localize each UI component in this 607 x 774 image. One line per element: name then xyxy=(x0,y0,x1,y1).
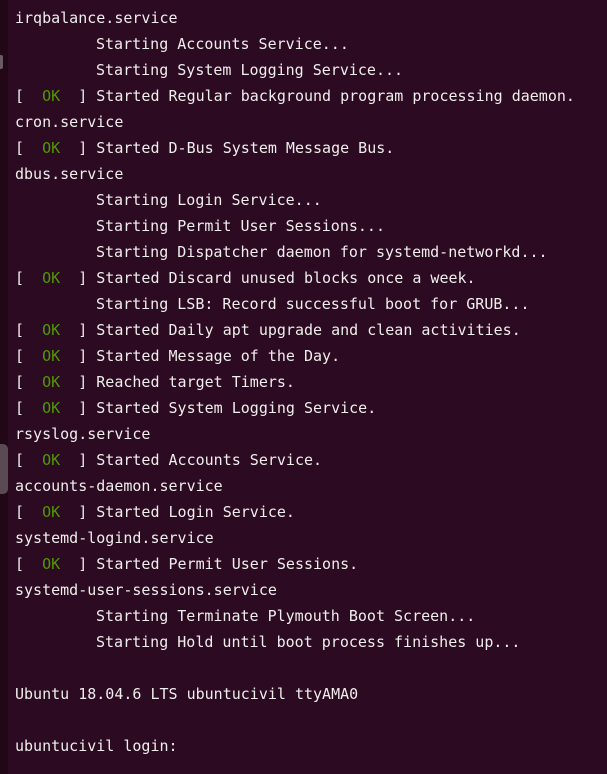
ok-status-badge: OK xyxy=(42,139,61,157)
ok-status-badge: OK xyxy=(42,399,61,417)
console-text-line: systemd-logind.service xyxy=(15,529,214,547)
ok-status-badge: OK xyxy=(42,373,61,391)
ok-status-badge: OK xyxy=(42,269,61,287)
boot-message: Started Accounts Service. xyxy=(96,451,323,469)
left-edge-handle[interactable] xyxy=(0,444,8,494)
status-bracket-open: [ xyxy=(15,503,43,521)
status-bracket-close: ] xyxy=(60,347,97,365)
boot-status-line: [ OK ] Started D-Bus System Message Bus. xyxy=(15,135,605,161)
ok-status-badge: OK xyxy=(42,451,61,469)
status-bracket-close: ] xyxy=(60,399,97,417)
boot-status-line: [ OK ] Started Regular background progra… xyxy=(15,83,605,109)
ok-status-badge: OK xyxy=(42,347,61,365)
status-bracket-close: ] xyxy=(60,503,97,521)
boot-message: Started Login Service. xyxy=(96,503,295,521)
status-bracket-open: [ xyxy=(15,269,43,287)
status-bracket-open: [ xyxy=(15,451,43,469)
ok-status-badge: OK xyxy=(42,503,61,521)
console-text-line: dbus.service xyxy=(15,165,124,183)
status-bracket-close: ] xyxy=(60,87,97,105)
boot-message: Started Daily apt upgrade and clean acti… xyxy=(96,321,521,339)
boot-starting-line: Starting Dispatcher daemon for systemd-n… xyxy=(96,243,548,261)
console-text-line: cron.service xyxy=(15,113,124,131)
status-bracket-open: [ xyxy=(15,321,43,339)
status-bracket-close: ] xyxy=(60,269,97,287)
boot-status-line: [ OK ] Started Message of the Day. xyxy=(15,343,605,369)
boot-status-line: [ OK ] Started Accounts Service. xyxy=(15,447,605,473)
status-bracket-close: ] xyxy=(60,451,97,469)
boot-starting-line: Starting LSB: Record successful boot for… xyxy=(96,295,530,313)
status-bracket-open: [ xyxy=(15,347,43,365)
boot-message: Started Permit User Sessions. xyxy=(96,555,359,573)
boot-status-line: [ OK ] Reached target Timers. xyxy=(15,369,605,395)
status-bracket-close: ] xyxy=(60,321,97,339)
console-text-line: rsyslog.service xyxy=(15,425,151,443)
boot-status-line: [ OK ] Started Daily apt upgrade and cle… xyxy=(15,317,605,343)
login-prompt-line[interactable]: ubuntucivil login: xyxy=(15,733,605,759)
boot-starting-line: Starting Terminate Plymouth Boot Screen.… xyxy=(96,607,476,625)
ok-status-badge: OK xyxy=(42,321,61,339)
status-bracket-close: ] xyxy=(60,555,97,573)
left-edge-marker xyxy=(0,55,3,69)
boot-status-line: [ OK ] Started Login Service. xyxy=(15,499,605,525)
boot-starting-line: Starting Hold until boot process finishe… xyxy=(96,633,521,651)
boot-status-line: [ OK ] Started System Logging Service. xyxy=(15,395,605,421)
console-text-line: Ubuntu 18.04.6 LTS ubuntucivil ttyAMA0 xyxy=(15,685,359,703)
terminal-output[interactable]: irqbalance.service Starting Accounts Serv… xyxy=(15,5,605,771)
text-cursor[interactable] xyxy=(187,738,196,754)
status-bracket-open: [ xyxy=(15,87,43,105)
boot-starting-line: Starting Accounts Service... xyxy=(96,35,349,53)
boot-message: Started D-Bus System Message Bus. xyxy=(96,139,395,157)
boot-starting-line: Starting Login Service... xyxy=(96,191,322,209)
console-text-line: irqbalance.service xyxy=(15,9,178,27)
status-bracket-open: [ xyxy=(15,373,43,391)
boot-message: Started Message of the Day. xyxy=(96,347,341,365)
boot-message: Reached target Timers. xyxy=(96,373,295,391)
ok-status-badge: OK xyxy=(42,555,61,573)
status-bracket-open: [ xyxy=(15,139,43,157)
boot-message: Started Regular background program proce… xyxy=(96,87,575,105)
status-bracket-open: [ xyxy=(15,399,43,417)
boot-starting-line: Starting Permit User Sessions... xyxy=(96,217,385,235)
boot-message: Started Discard unused blocks once a wee… xyxy=(96,269,476,287)
console-text-line: accounts-daemon.service xyxy=(15,477,223,495)
status-bracket-close: ] xyxy=(60,373,97,391)
boot-status-line: [ OK ] Started Discard unused blocks onc… xyxy=(15,265,605,291)
status-bracket-open: [ xyxy=(15,555,43,573)
boot-starting-line: Starting System Logging Service... xyxy=(96,61,404,79)
boot-message: Started System Logging Service. xyxy=(96,399,377,417)
left-window-edge xyxy=(0,0,8,774)
ok-status-badge: OK xyxy=(42,87,61,105)
console-text-line: systemd-user-sessions.service xyxy=(15,581,277,599)
boot-status-line: [ OK ] Started Permit User Sessions. xyxy=(15,551,605,577)
login-prompt: ubuntucivil login: xyxy=(15,737,187,755)
status-bracket-close: ] xyxy=(60,139,97,157)
